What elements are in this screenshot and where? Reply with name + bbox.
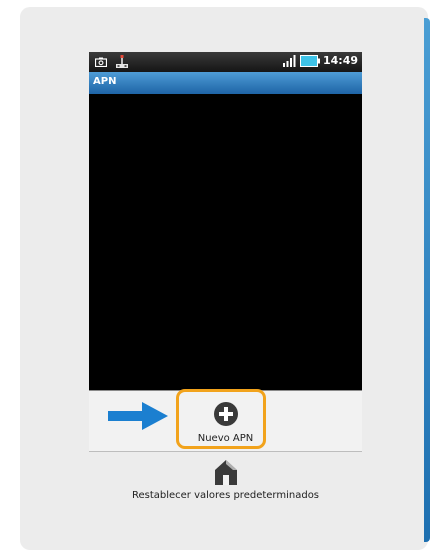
card-accent-edge xyxy=(424,18,430,542)
status-bar: 14:49 xyxy=(89,52,362,72)
usb-icon xyxy=(116,55,128,68)
home-icon xyxy=(214,460,237,485)
status-right-icons: 14:49 xyxy=(282,54,358,67)
highlight-box xyxy=(176,389,266,449)
status-time: 14:49 xyxy=(322,54,358,67)
signal-icon xyxy=(282,54,296,67)
apn-list-area xyxy=(89,94,362,390)
camera-icon xyxy=(95,57,107,67)
app-title-bar: APN xyxy=(89,72,362,94)
battery-icon xyxy=(299,54,320,67)
status-left-icons xyxy=(95,55,129,69)
reset-defaults-label: Restablecer valores predeterminados xyxy=(131,490,320,501)
page-title: APN xyxy=(93,76,117,87)
pointer-arrow-icon xyxy=(108,402,168,430)
reset-defaults-menu-item[interactable]: Restablecer valores predeterminados xyxy=(89,451,362,508)
